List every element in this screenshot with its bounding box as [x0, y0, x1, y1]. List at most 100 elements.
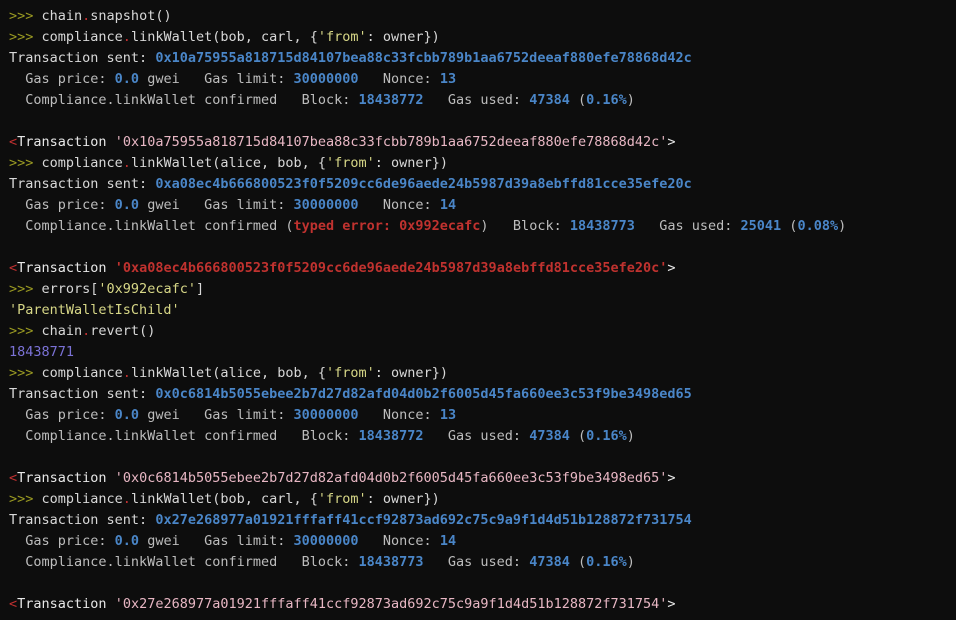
- token: ]: [195, 281, 205, 297]
- token: Gas price:: [9, 71, 115, 87]
- token: .: [122, 365, 131, 381]
- transaction-sent: Transaction sent: 0x0c6814b5055ebee2b7d2…: [9, 384, 956, 405]
- token: 25041: [740, 218, 782, 234]
- token: gwei Gas limit:: [139, 71, 294, 87]
- token: gwei Gas limit:: [139, 533, 294, 549]
- token: Gas used:: [634, 218, 741, 234]
- token: errors[: [41, 281, 99, 297]
- token: 47384: [529, 428, 570, 444]
- token: 0x0c6814b5055ebee2b7d27d82afd04d0b2f6005…: [155, 386, 692, 402]
- token: : owner}): [366, 491, 440, 507]
- token: Compliance.linkWallet confirmed Block:: [9, 92, 359, 108]
- token: Nonce:: [358, 533, 440, 549]
- token: 30000000: [293, 407, 359, 423]
- token: compliance: [41, 29, 123, 45]
- confirmation: Compliance.linkWallet confirmed Block: 1…: [9, 426, 956, 447]
- token: 0.16%: [586, 92, 627, 108]
- token: Transaction: [17, 470, 115, 486]
- token: compliance: [41, 365, 123, 381]
- token: 0.16%: [586, 428, 627, 444]
- confirmation-with-error: Compliance.linkWallet confirmed (typed e…: [9, 216, 956, 237]
- token: >>>: [9, 281, 42, 297]
- token: >>>: [9, 8, 42, 24]
- transaction-repr: <Transaction '0x0c6814b5055ebee2b7d27d82…: [9, 468, 956, 489]
- token: 'from': [317, 29, 367, 45]
- token: 18438773: [569, 218, 635, 234]
- transaction-sent: Transaction sent: 0xa08ec4b666800523f0f5…: [9, 174, 956, 195]
- token: Transaction sent:: [9, 386, 156, 402]
- repl-output: 'ParentWalletIsChild': [9, 300, 956, 321]
- token: 47384: [529, 92, 570, 108]
- token: >>>: [9, 29, 42, 45]
- terminal-output[interactable]: >>> chain.snapshot() >>> compliance.linkW…: [0, 0, 956, 615]
- token: 18438771: [9, 344, 75, 360]
- token: .: [122, 29, 131, 45]
- token: 30000000: [293, 71, 359, 87]
- gas-info: Gas price: 0.0 gwei Gas limit: 30000000 …: [9, 531, 956, 552]
- blank-line: [9, 447, 956, 468]
- token: 0.0: [114, 197, 140, 213]
- token: 'from': [326, 155, 375, 171]
- gas-info: Gas price: 0.0 gwei Gas limit: 30000000 …: [9, 69, 956, 90]
- token: 0.08%: [797, 218, 839, 234]
- repl-command: >>> compliance.linkWallet(alice, bob, {'…: [9, 363, 956, 384]
- token: compliance: [41, 491, 123, 507]
- token: (: [569, 92, 587, 108]
- token: 'from': [317, 491, 367, 507]
- token: ): [626, 428, 635, 444]
- token: ): [626, 92, 635, 108]
- token: Gas price:: [9, 407, 115, 423]
- token: 30000000: [293, 197, 359, 213]
- token: 18438772: [358, 428, 424, 444]
- repl-command: >>> compliance.linkWallet(bob, carl, {'f…: [9, 489, 956, 510]
- token: 18438773: [358, 554, 424, 570]
- blank-line: [9, 111, 956, 132]
- confirmation: Compliance.linkWallet confirmed Block: 1…: [9, 552, 956, 573]
- gas-info: Gas price: 0.0 gwei Gas limit: 30000000 …: [9, 405, 956, 426]
- token: >>>: [9, 491, 42, 507]
- token: '0x27e268977a01921fffaff41ccf92873ad692c…: [114, 596, 668, 612]
- token: linkWallet(bob, carl, {: [130, 491, 318, 507]
- repl-command: >>> chain.revert(): [9, 321, 956, 342]
- token: typed error: 0x992ecafc: [293, 218, 481, 234]
- token: >: [667, 260, 676, 276]
- token: 14: [439, 533, 457, 549]
- transaction-sent: Transaction sent: 0x27e268977a01921fffaf…: [9, 510, 956, 531]
- token: '0xa08ec4b666800523f0f5209cc6de96aede24b…: [114, 260, 668, 276]
- token: .: [122, 491, 131, 507]
- token: 0xa08ec4b666800523f0f5209cc6de96aede24b5…: [155, 176, 692, 192]
- token: Gas used:: [423, 92, 530, 108]
- blank-line: [9, 573, 956, 594]
- token: >: [667, 470, 676, 486]
- token: : owner}): [374, 365, 448, 381]
- token: >>>: [9, 365, 42, 381]
- repl-command: >>> errors['0x992ecafc']: [9, 279, 956, 300]
- token: revert(): [90, 323, 156, 339]
- token: Compliance.linkWallet confirmed (: [9, 218, 294, 234]
- token: chain: [41, 323, 83, 339]
- token: (: [569, 428, 587, 444]
- blank-line: [9, 237, 956, 258]
- token: Gas used:: [423, 554, 530, 570]
- token: ) Block:: [480, 218, 570, 234]
- transaction-repr: <Transaction '0x27e268977a01921fffaff41c…: [9, 594, 956, 615]
- token: : owner}): [374, 155, 448, 171]
- token: <: [9, 470, 18, 486]
- confirmation: Compliance.linkWallet confirmed Block: 1…: [9, 90, 956, 111]
- token: Compliance.linkWallet confirmed Block:: [9, 554, 359, 570]
- token: Transaction sent:: [9, 512, 156, 528]
- token: Nonce:: [358, 407, 440, 423]
- repl-command: >>> compliance.linkWallet(bob, carl, {'f…: [9, 27, 956, 48]
- token: (: [781, 218, 798, 234]
- token: ): [838, 218, 847, 234]
- token: >: [667, 134, 676, 150]
- token: Transaction sent:: [9, 50, 156, 66]
- token: Nonce:: [358, 197, 440, 213]
- token: 0.16%: [586, 554, 627, 570]
- token: Gas price:: [9, 197, 115, 213]
- token: snapshot(): [90, 8, 172, 24]
- token: 0.0: [114, 71, 140, 87]
- token: 13: [439, 71, 457, 87]
